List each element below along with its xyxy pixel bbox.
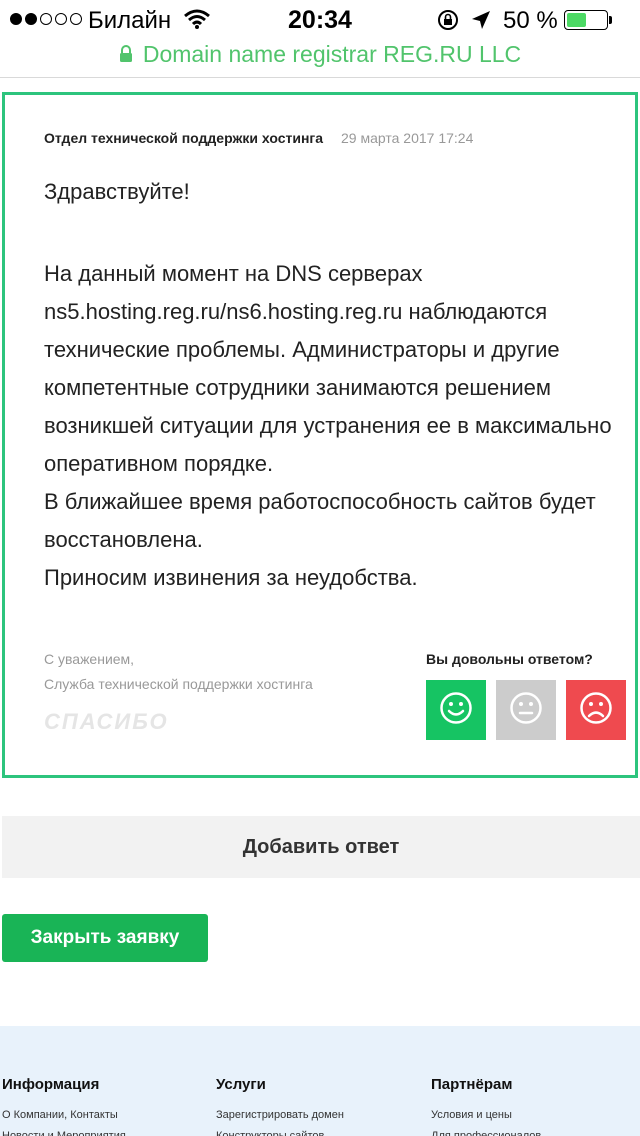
- footer-column-services: Услуги Зарегистрировать домен Конструкто…: [216, 1076, 344, 1136]
- support-message-card: Отдел технической поддержки хостинга 29 …: [2, 92, 638, 778]
- rate-good-button[interactable]: [426, 680, 486, 740]
- rate-neutral-button[interactable]: [496, 680, 556, 740]
- signature-line: Служба технической поддержки хостинга: [44, 676, 313, 692]
- sad-face-icon: [579, 691, 613, 730]
- neutral-face-icon: [509, 691, 543, 730]
- message-paragraph: Приносим извинения за неудобства.: [44, 565, 418, 590]
- message-greeting: Здравствуйте!: [44, 179, 190, 204]
- footer-link[interactable]: Новости и Мероприятия: [2, 1126, 126, 1136]
- battery-icon: [564, 10, 612, 30]
- thanks-stamp: СПАСИБО: [44, 709, 169, 734]
- footer-column-title: Информация: [2, 1076, 100, 1093]
- status-bar: Билайн 20:34 50 %: [0, 0, 640, 40]
- rating-question: Вы довольны ответом?: [426, 651, 593, 667]
- footer: Информация О Компании, Контакты Новости …: [0, 1026, 640, 1136]
- lock-icon: [119, 45, 133, 68]
- smile-icon: [439, 691, 473, 730]
- battery-fill: [567, 13, 586, 27]
- add-answer-button[interactable]: Добавить ответ: [2, 816, 640, 878]
- signature-line: С уважением,: [44, 651, 135, 667]
- footer-column-info: Информация О Компании, Контакты Новости …: [2, 1076, 126, 1136]
- message-date: 29 марта 2017 17:24: [341, 130, 474, 146]
- message-paragraph: На данный момент на DNS серверах ns5.hos…: [44, 261, 612, 476]
- message-signature: С уважением, Служба технической поддержк…: [44, 647, 313, 697]
- footer-link[interactable]: Конструкторы сайтов: [216, 1126, 344, 1136]
- message-body: На данный момент на DNS серверах ns5.hos…: [44, 255, 634, 597]
- address-bar[interactable]: Domain name registrar REG.RU LLC: [0, 40, 640, 78]
- message-header: Отдел технической поддержки хостинга 29 …: [44, 130, 473, 146]
- rotation-lock-icon: [436, 8, 460, 39]
- footer-link[interactable]: Зарегистрировать домен: [216, 1105, 344, 1126]
- message-author: Отдел технической поддержки хостинга: [44, 130, 324, 146]
- rate-bad-button[interactable]: [566, 680, 626, 740]
- footer-link[interactable]: Условия и цены: [431, 1105, 541, 1126]
- site-identity[interactable]: Domain name registrar REG.RU LLC: [143, 40, 521, 68]
- battery-percent: 50 %: [503, 7, 558, 34]
- footer-link[interactable]: О Компании, Контакты: [2, 1105, 126, 1126]
- footer-column-title: Услуги: [216, 1076, 266, 1093]
- footer-column-partners: Партнёрам Условия и цены Для профессиона…: [431, 1076, 541, 1136]
- message-paragraph: В ближайшее время работоспособность сайт…: [44, 489, 596, 552]
- close-ticket-button[interactable]: Закрыть заявку: [2, 914, 208, 962]
- footer-column-title: Партнёрам: [431, 1076, 513, 1093]
- location-arrow-icon: [470, 9, 492, 38]
- footer-link[interactable]: Для профессионалов: [431, 1126, 541, 1136]
